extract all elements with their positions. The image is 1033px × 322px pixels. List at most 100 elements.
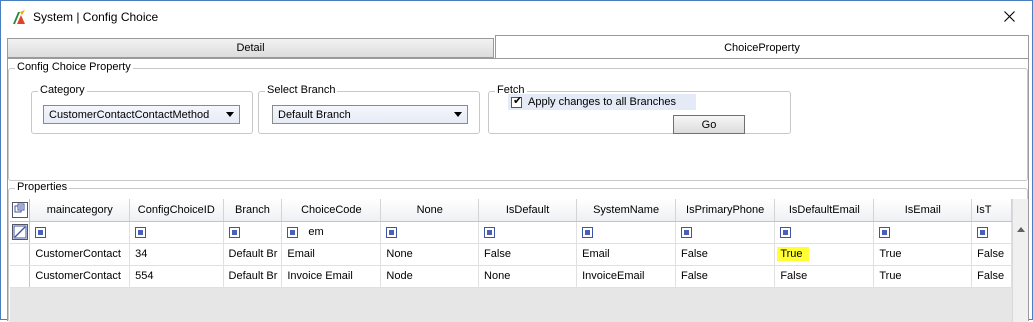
filter-operator-icon[interactable] [977, 226, 989, 238]
table-cell[interactable]: InvoiceEmail [576, 265, 677, 288]
table-cell-highlighted[interactable]: True [774, 243, 875, 266]
table-row[interactable]: CustomerContact 34 Default Br Email None… [10, 243, 1012, 266]
column-header-none[interactable]: None [380, 199, 480, 222]
table-cell[interactable]: None [380, 243, 480, 266]
filter-operator-icon[interactable] [879, 226, 891, 238]
table-cell[interactable]: Invoice Email [281, 265, 382, 288]
chevron-down-icon [226, 112, 234, 117]
category-dropdown[interactable]: CustomerContactContactMethod [43, 105, 240, 124]
table-cell[interactable]: Email [281, 243, 382, 266]
column-header-isdefault[interactable]: IsDefault [478, 199, 578, 222]
properties-table: maincategory ConfigChoiceID Branch Choic… [10, 199, 1012, 288]
column-header-ist[interactable]: IsT [971, 199, 1012, 222]
fetch-group: Fetch ✔ Apply changes to all Branches Go [488, 84, 791, 134]
tab-strip: Detail ChoiceProperty [7, 35, 1029, 59]
apply-all-branches-option[interactable]: ✔ Apply changes to all Branches [508, 94, 696, 110]
tab-choice-property[interactable]: ChoiceProperty [495, 35, 1029, 59]
filter-cell[interactable] [873, 221, 973, 244]
vertical-scrollbar[interactable] [1012, 199, 1028, 322]
filter-cell[interactable] [478, 221, 578, 244]
branch-dropdown[interactable]: Default Branch [272, 105, 468, 124]
filter-clear-icon [11, 224, 28, 240]
filter-cell[interactable] [129, 221, 224, 244]
filter-cell[interactable] [223, 221, 283, 244]
table-cell[interactable]: Email [576, 243, 677, 266]
close-button[interactable] [986, 1, 1032, 32]
column-header-isprimaryphone[interactable]: IsPrimaryPhone [675, 199, 776, 222]
column-header-branch[interactable]: Branch [223, 199, 283, 222]
apply-all-branches-label: Apply changes to all Branches [528, 96, 676, 108]
column-chooser-icon [11, 201, 28, 218]
table-cell[interactable]: False [675, 265, 776, 288]
scroll-up-button[interactable] [1013, 221, 1028, 237]
config-choice-property-legend: Config Choice Property [15, 61, 133, 73]
highlighted-value: True [777, 247, 809, 261]
column-header-systemname[interactable]: SystemName [576, 199, 677, 222]
close-icon [1003, 11, 1015, 22]
filter-cell[interactable] [29, 221, 131, 244]
table-cell[interactable]: False [971, 265, 1012, 288]
filter-cell[interactable] [971, 221, 1012, 244]
filter-operator-icon[interactable] [135, 226, 147, 238]
filter-operator-icon[interactable] [681, 226, 693, 238]
config-choice-window: System | Config Choice Detail ChoiceProp… [0, 0, 1033, 322]
filter-cell-choicecode[interactable]: em [281, 221, 382, 244]
table-cell[interactable]: True [873, 265, 973, 288]
check-mark-icon: ✔ [513, 94, 523, 107]
select-branch-group: Select Branch Default Branch [258, 84, 480, 134]
table-cell[interactable]: CustomerContact [29, 265, 131, 288]
table-cell[interactable]: False [478, 243, 578, 266]
app-logo-icon [13, 10, 25, 24]
table-row[interactable]: CustomerContact 554 Default Br Invoice E… [10, 265, 1012, 288]
row-selector[interactable] [10, 265, 31, 288]
table-cell[interactable]: Default Br [223, 265, 283, 288]
filter-operator-icon[interactable] [287, 226, 299, 238]
filter-operator-icon[interactable] [35, 226, 47, 238]
table-cell[interactable]: False [971, 243, 1012, 266]
filter-clear-button[interactable] [10, 221, 31, 244]
table-cell[interactable]: Node [380, 265, 480, 288]
chevron-up-icon [1017, 226, 1025, 232]
category-group: Category CustomerContactContactMethod [31, 84, 253, 134]
filter-cell[interactable] [774, 221, 875, 244]
column-header-isemail[interactable]: IsEmail [873, 199, 973, 222]
category-legend: Category [38, 84, 87, 96]
table-cell[interactable]: CustomerContact [29, 243, 131, 266]
filter-operator-icon[interactable] [582, 226, 594, 238]
header-row: maincategory ConfigChoiceID Branch Choic… [10, 199, 1012, 222]
filter-operator-icon[interactable] [386, 226, 398, 238]
window-title: System | Config Choice [33, 10, 159, 24]
tab-content: Config Choice Property Category Customer… [7, 58, 1029, 322]
chevron-down-icon [454, 112, 462, 117]
filter-cell[interactable] [675, 221, 776, 244]
filter-text-choicecode[interactable]: em [308, 226, 323, 238]
row-selector[interactable] [10, 243, 31, 266]
table-cell[interactable]: False [675, 243, 776, 266]
category-value: CustomerContactContactMethod [49, 108, 210, 121]
config-choice-property-group: Config Choice Property Category Customer… [8, 61, 1028, 181]
table-cell[interactable]: None [478, 265, 578, 288]
apply-all-branches-checkbox[interactable]: ✔ [511, 94, 523, 108]
filter-row: em [10, 221, 1012, 244]
column-chooser-button[interactable] [10, 199, 31, 222]
tab-detail[interactable]: Detail [7, 38, 494, 58]
column-header-maincategory[interactable]: maincategory [29, 199, 131, 222]
column-header-isdefaultemail[interactable]: IsDefaultEmail [774, 199, 875, 222]
table-cell[interactable]: Default Br [223, 243, 283, 266]
table-cell[interactable]: 554 [129, 265, 224, 288]
branch-value: Default Branch [278, 108, 351, 121]
filter-cell[interactable] [380, 221, 480, 244]
column-header-choicecode[interactable]: ChoiceCode [281, 199, 382, 222]
filter-operator-icon[interactable] [780, 226, 792, 238]
filter-operator-icon[interactable] [484, 226, 496, 238]
properties-grid: maincategory ConfigChoiceID Branch Choic… [10, 199, 1028, 322]
filter-cell[interactable] [576, 221, 677, 244]
table-cell[interactable]: 34 [129, 243, 224, 266]
go-button[interactable]: Go [673, 115, 745, 134]
properties-legend: Properties [15, 181, 70, 193]
table-cell[interactable]: True [873, 243, 973, 266]
column-header-configchoiceid[interactable]: ConfigChoiceID [129, 199, 224, 222]
select-branch-legend: Select Branch [265, 84, 338, 96]
filter-operator-icon[interactable] [228, 226, 240, 238]
table-cell[interactable]: False [774, 265, 875, 288]
